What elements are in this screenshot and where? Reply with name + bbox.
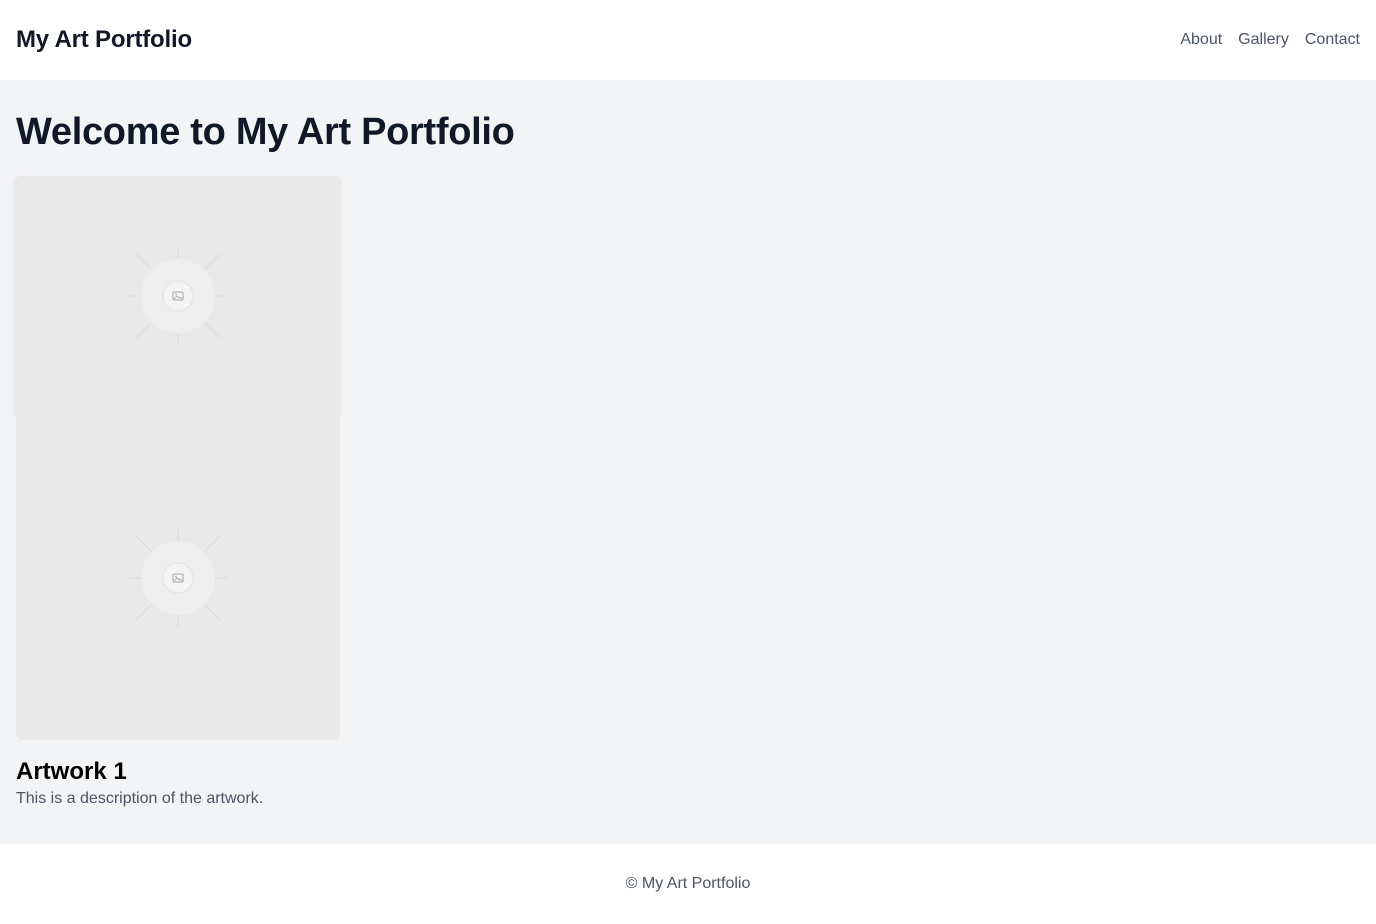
main-nav: About Gallery Contact [1180,31,1360,49]
image-placeholder-icon [128,246,228,346]
site-title[interactable]: My Art Portfolio [16,26,192,54]
artwork-description: This is a description of the artwork. [16,790,264,807]
site-header: My Art Portfolio About Gallery Contact [0,0,1376,80]
artwork-card[interactable]: Artwork 1 This is a description of the a… [15,176,341,808]
nav-link-gallery[interactable]: Gallery [1238,31,1289,49]
page-title: Welcome to My Art Portfolio [16,111,515,153]
artwork-image[interactable] [16,416,340,740]
footer-copyright: © My Art Portfolio [625,875,751,892]
artwork-image[interactable] [15,176,341,416]
artwork-title: Artwork 1 [16,758,127,785]
main-content: Welcome to My Art Portfolio Artwork 1 Th… [0,80,1376,844]
image-placeholder-icon [128,528,228,628]
nav-link-about[interactable]: About [1180,31,1222,49]
site-footer: © My Art Portfolio [0,844,1376,924]
nav-link-contact[interactable]: Contact [1305,31,1360,49]
